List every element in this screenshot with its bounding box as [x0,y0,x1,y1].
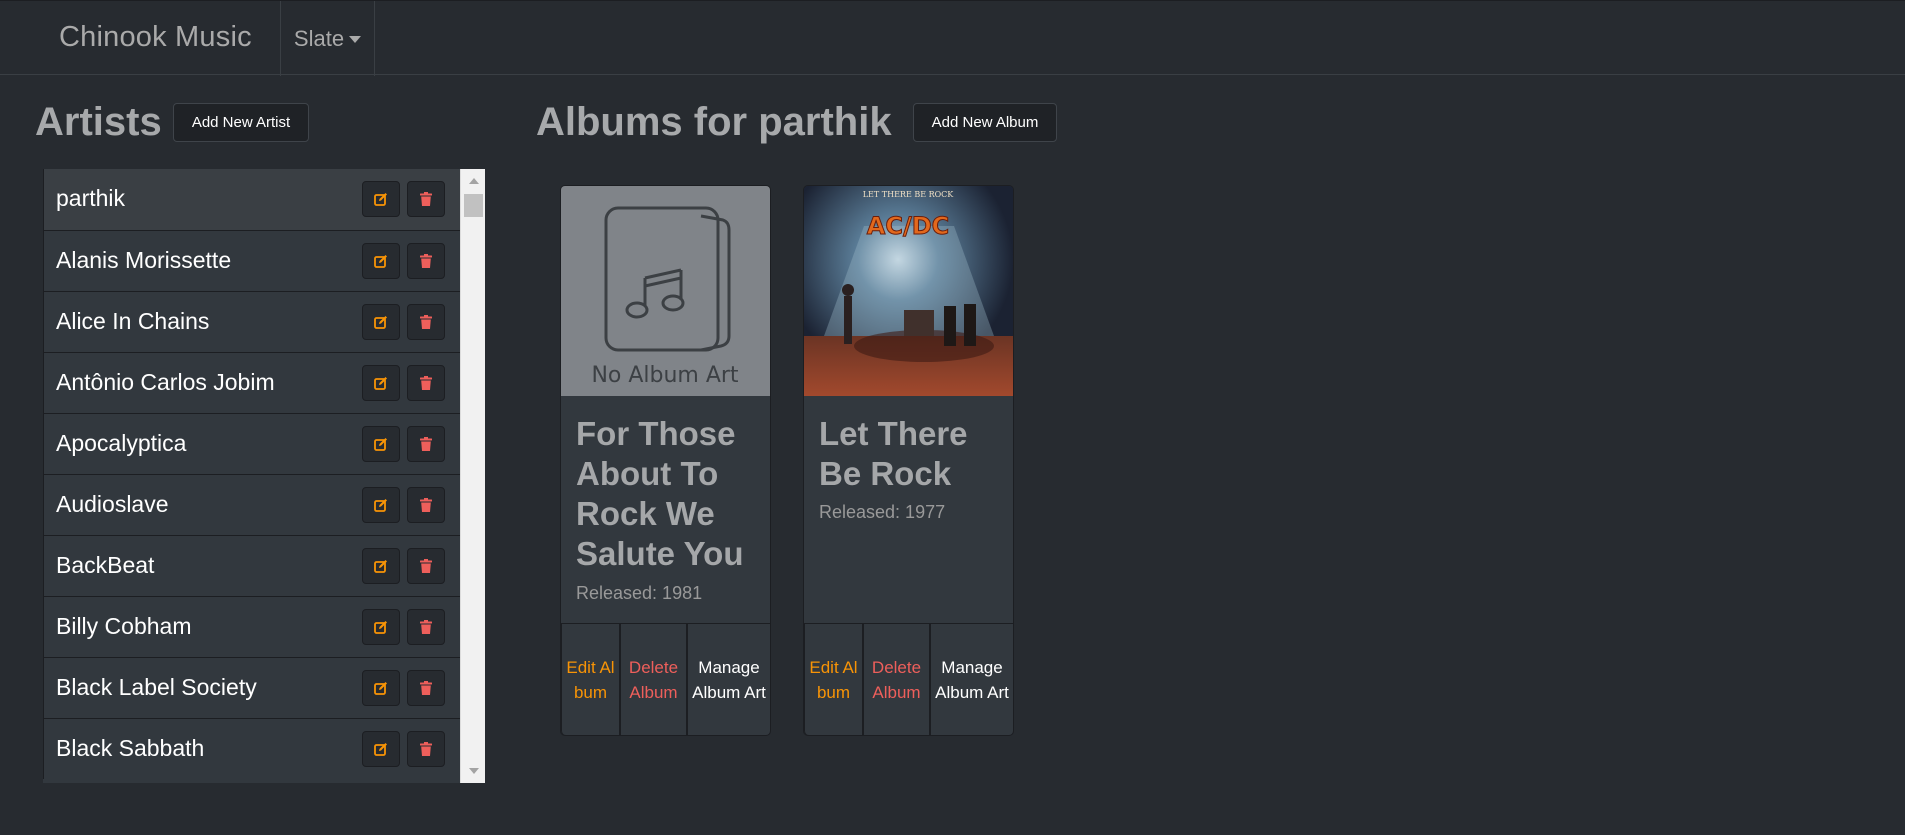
artist-list-item[interactable]: Black Sabbath [43,718,460,779]
edit-icon [374,316,387,329]
edit-album-button[interactable]: Edit Album [804,623,863,735]
edit-artist-button[interactable] [362,670,400,706]
artist-list-scrollbar[interactable] [460,169,485,783]
edit-artist-button[interactable] [362,243,400,279]
add-new-artist-button[interactable]: Add New Artist [173,103,309,142]
artist-name: Apocalyptica [56,430,187,456]
trash-icon [420,254,432,268]
edit-album-button[interactable]: Edit Album [561,623,620,735]
delete-artist-button[interactable] [407,548,445,584]
artist-name: Alanis Morissette [56,247,232,273]
artist-name: parthik [56,185,126,211]
album-card: No Album Art For Those About To Rock We … [560,185,771,736]
manage-album-art-button[interactable]: Manage Album Art [930,623,1013,735]
scroll-down-arrow-icon[interactable] [469,768,479,774]
artist-list-item[interactable]: BackBeat [43,535,460,596]
artist-name: Alice In Chains [56,308,210,334]
trash-icon [420,681,432,695]
artist-name: Audioslave [56,491,169,517]
manage-album-art-button[interactable]: Manage Album Art [687,623,770,735]
edit-icon [374,560,387,573]
album-card-actions: Edit Album Delete Album Manage Album Art [804,623,1013,735]
edit-artist-button[interactable] [362,426,400,462]
trash-icon [420,559,432,573]
artist-list-item[interactable]: parthik [43,169,460,230]
trash-icon [420,315,432,329]
theme-dropdown[interactable]: Slate [281,1,374,76]
theme-dropdown-label: Slate [293,25,345,51]
artist-list-item[interactable]: Black Label Society [43,657,460,718]
artist-name: Black Sabbath [56,735,205,761]
delete-artist-button[interactable] [407,365,445,401]
add-new-album-button[interactable]: Add New Album [913,103,1057,142]
delete-artist-button[interactable] [407,181,445,217]
album-released: Released: 1981 [576,583,703,603]
delete-artist-button[interactable] [407,243,445,279]
navbar: Chinook Music Slate [0,0,1905,76]
delete-artist-button[interactable] [407,304,445,340]
artist-list-item[interactable]: Billy Cobham [43,596,460,657]
no-album-art-image: No Album Art [561,186,770,396]
scroll-thumb[interactable] [464,194,483,217]
trash-icon [420,742,432,756]
album-title: For Those About To Rock We Salute You [576,415,744,572]
trash-icon [420,192,432,206]
edit-artist-button[interactable] [362,548,400,584]
trash-icon [420,437,432,451]
delete-artist-button[interactable] [407,426,445,462]
delete-album-button[interactable]: Delete Album [863,623,930,735]
album-card-actions: Edit Album Delete Album Manage Album Art [561,623,770,735]
albums-heading: Albums for parthik [536,100,892,144]
scroll-up-arrow-icon[interactable] [469,178,479,184]
trash-icon [420,498,432,512]
edit-artist-button[interactable] [362,731,400,767]
artist-name: Billy Cobham [56,613,192,639]
nav-divider [374,1,375,76]
artist-name: BackBeat [56,552,155,578]
edit-icon [374,621,387,634]
edit-artist-button[interactable] [362,487,400,523]
artists-heading: Artists [35,100,162,144]
artist-name: Antônio Carlos Jobim [56,369,275,395]
artist-list-item[interactable]: Alanis Morissette [43,230,460,291]
edit-icon [374,193,387,206]
artist-list-item[interactable]: Antônio Carlos Jobim [43,352,460,413]
edit-artist-button[interactable] [362,609,400,645]
edit-icon [374,499,387,512]
album-card: LET THERE BE ROCK AC/DC Let There Be Roc… [803,185,1014,736]
artist-list-item[interactable]: Alice In Chains [43,291,460,352]
edit-icon [374,682,387,695]
svg-text:AC/DC: AC/DC [867,212,950,240]
edit-icon [374,438,387,451]
delete-artist-button[interactable] [407,731,445,767]
album-cover-image: LET THERE BE ROCK AC/DC [804,186,1013,396]
edit-artist-button[interactable] [362,181,400,217]
edit-artist-button[interactable] [362,304,400,340]
delete-artist-button[interactable] [407,670,445,706]
trash-icon [420,376,432,390]
artist-list-item[interactable]: Audioslave [43,474,460,535]
delete-album-button[interactable]: Delete Album [620,623,687,735]
artist-list-panel: parthik Alanis Morissette Alice In Chains A… [43,169,485,783]
artist-list-item[interactable]: Apocalyptica [43,413,460,474]
album-title: Let There Be Rock [819,415,968,492]
artist-name: Black Label Society [56,674,257,700]
edit-artist-button[interactable] [362,365,400,401]
caret-down-icon [349,36,362,43]
edit-icon [374,377,387,390]
artist-list: parthik Alanis Morissette Alice In Chains A… [43,169,460,783]
brand-link[interactable]: Chinook Music [59,21,252,54]
svg-text:No Album Art: No Album Art [591,363,738,388]
trash-icon [420,620,432,634]
delete-artist-button[interactable] [407,609,445,645]
music-note-icon: No Album Art [591,206,739,388]
delete-artist-button[interactable] [407,487,445,523]
edit-icon [374,743,387,756]
edit-icon [374,255,387,268]
album-released: Released: 1977 [819,502,946,522]
album-cover-art: LET THERE BE ROCK AC/DC [804,186,1013,396]
svg-text:LET THERE BE ROCK: LET THERE BE ROCK [863,190,955,199]
